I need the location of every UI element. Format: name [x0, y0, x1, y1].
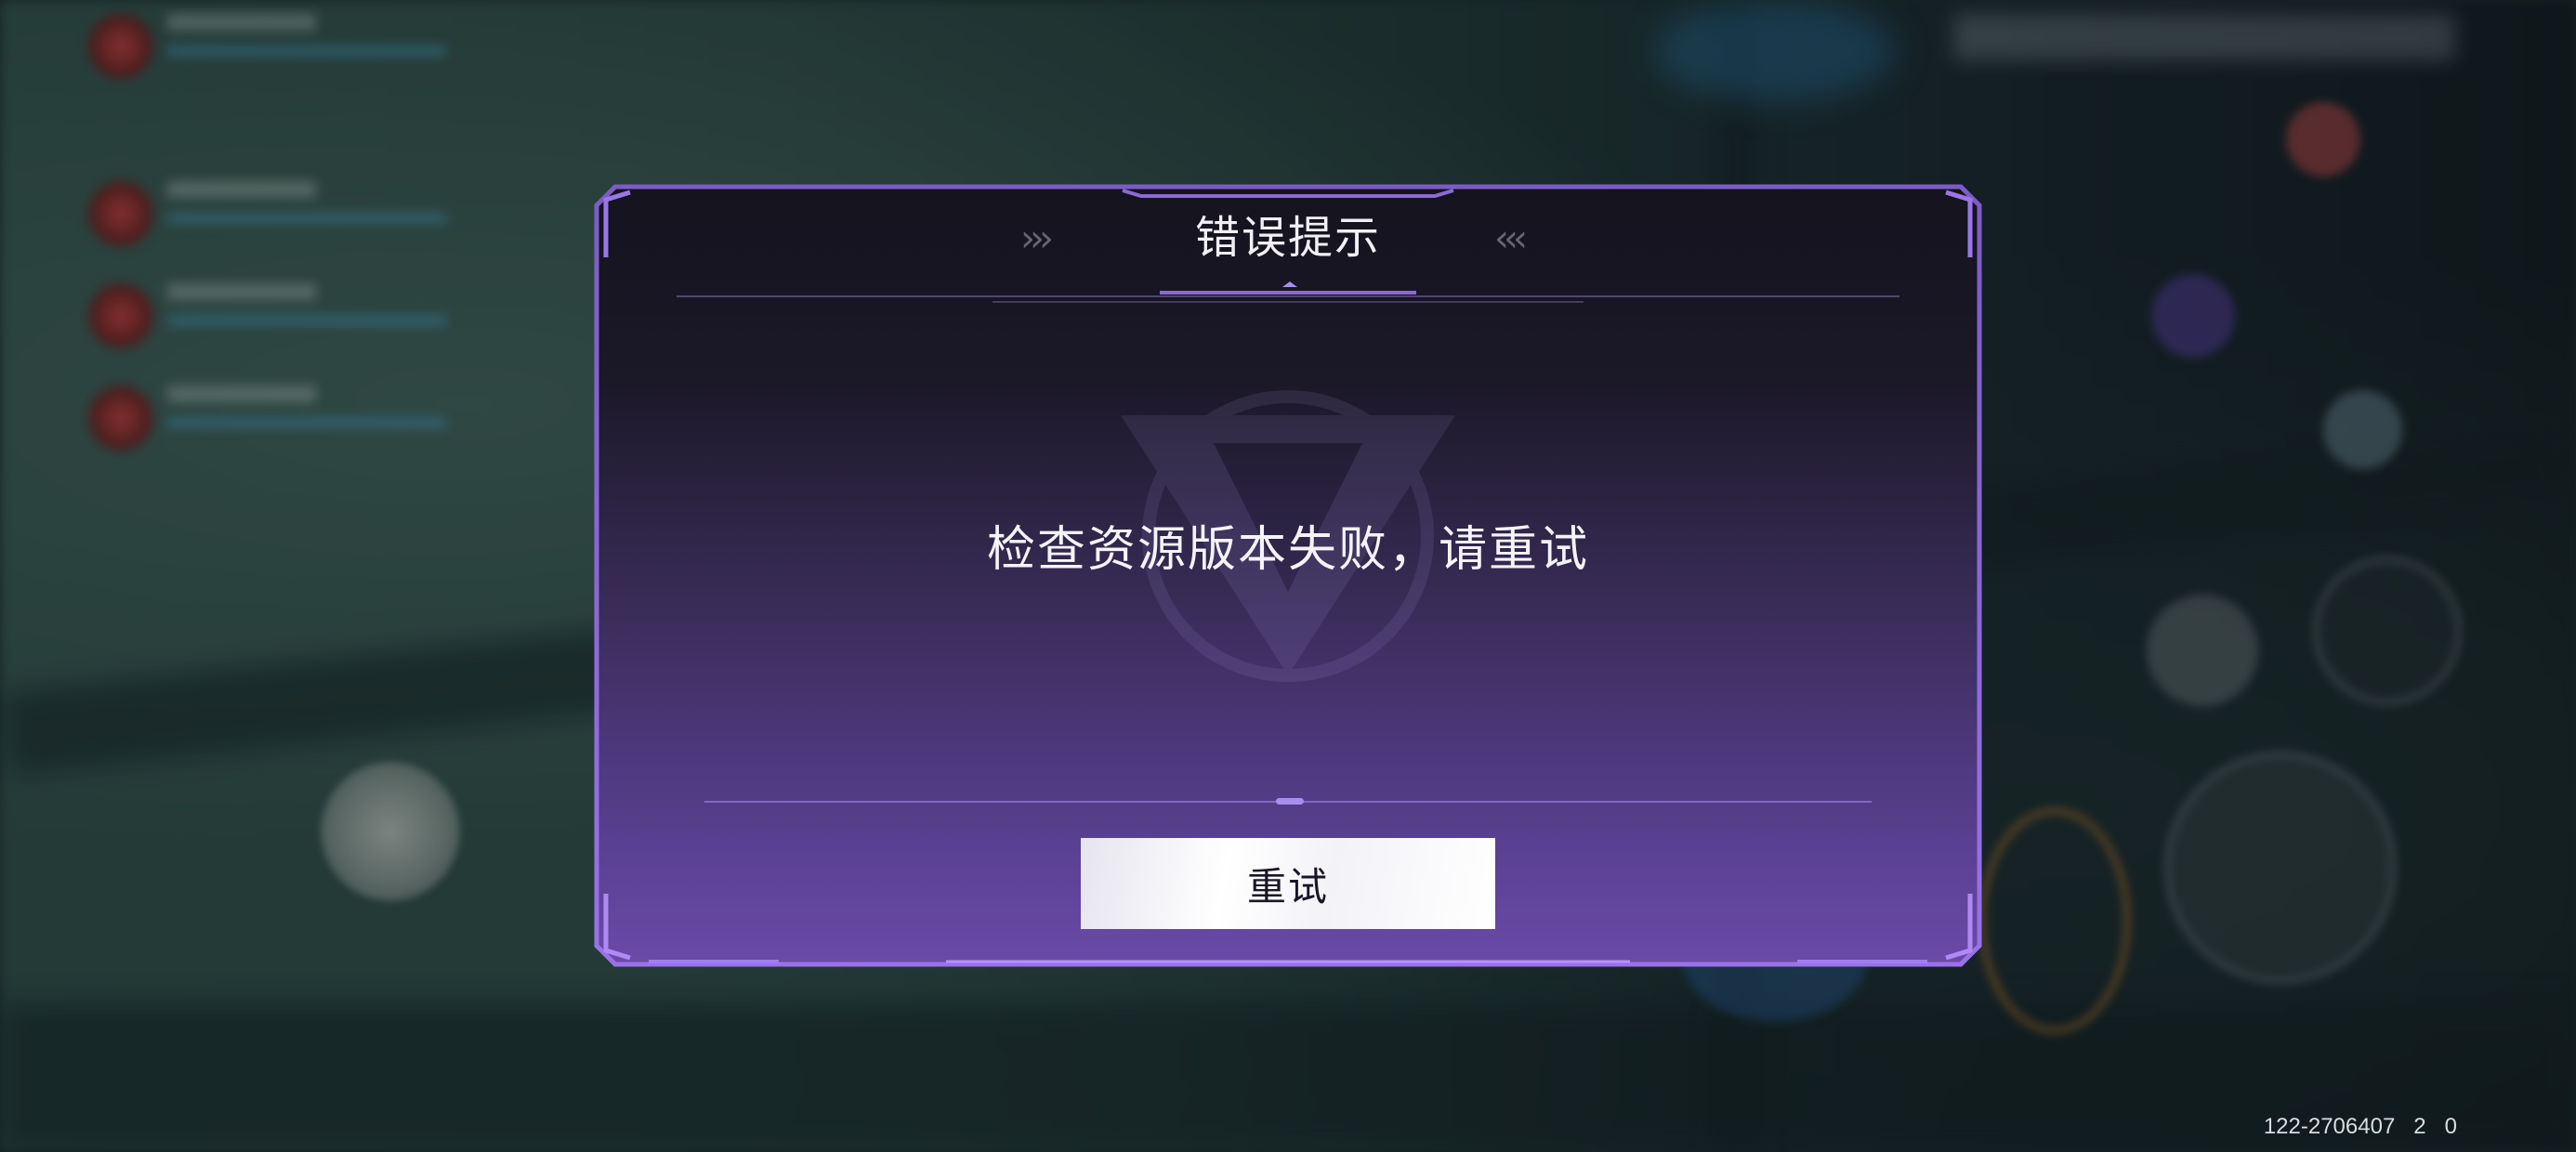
game-screen: ››› 错误提示 ‹‹‹ 检查资源版本失败，请重试 重试 122-2706407…	[0, 0, 2576, 1152]
retry-button[interactable]: 重试	[1081, 838, 1495, 929]
separator-marker	[1276, 798, 1304, 805]
dialog-title: 错误提示	[1194, 212, 1381, 264]
error-message: 检查资源版本失败，请重试	[986, 522, 1589, 578]
build-version-text: 122-2706407 2 0	[2263, 1114, 2457, 1139]
triple-chevron-left-icon: ‹‹‹	[1494, 217, 1528, 260]
error-dialog: ››› 错误提示 ‹‹‹ 检查资源版本失败，请重试 重试	[593, 183, 1983, 968]
